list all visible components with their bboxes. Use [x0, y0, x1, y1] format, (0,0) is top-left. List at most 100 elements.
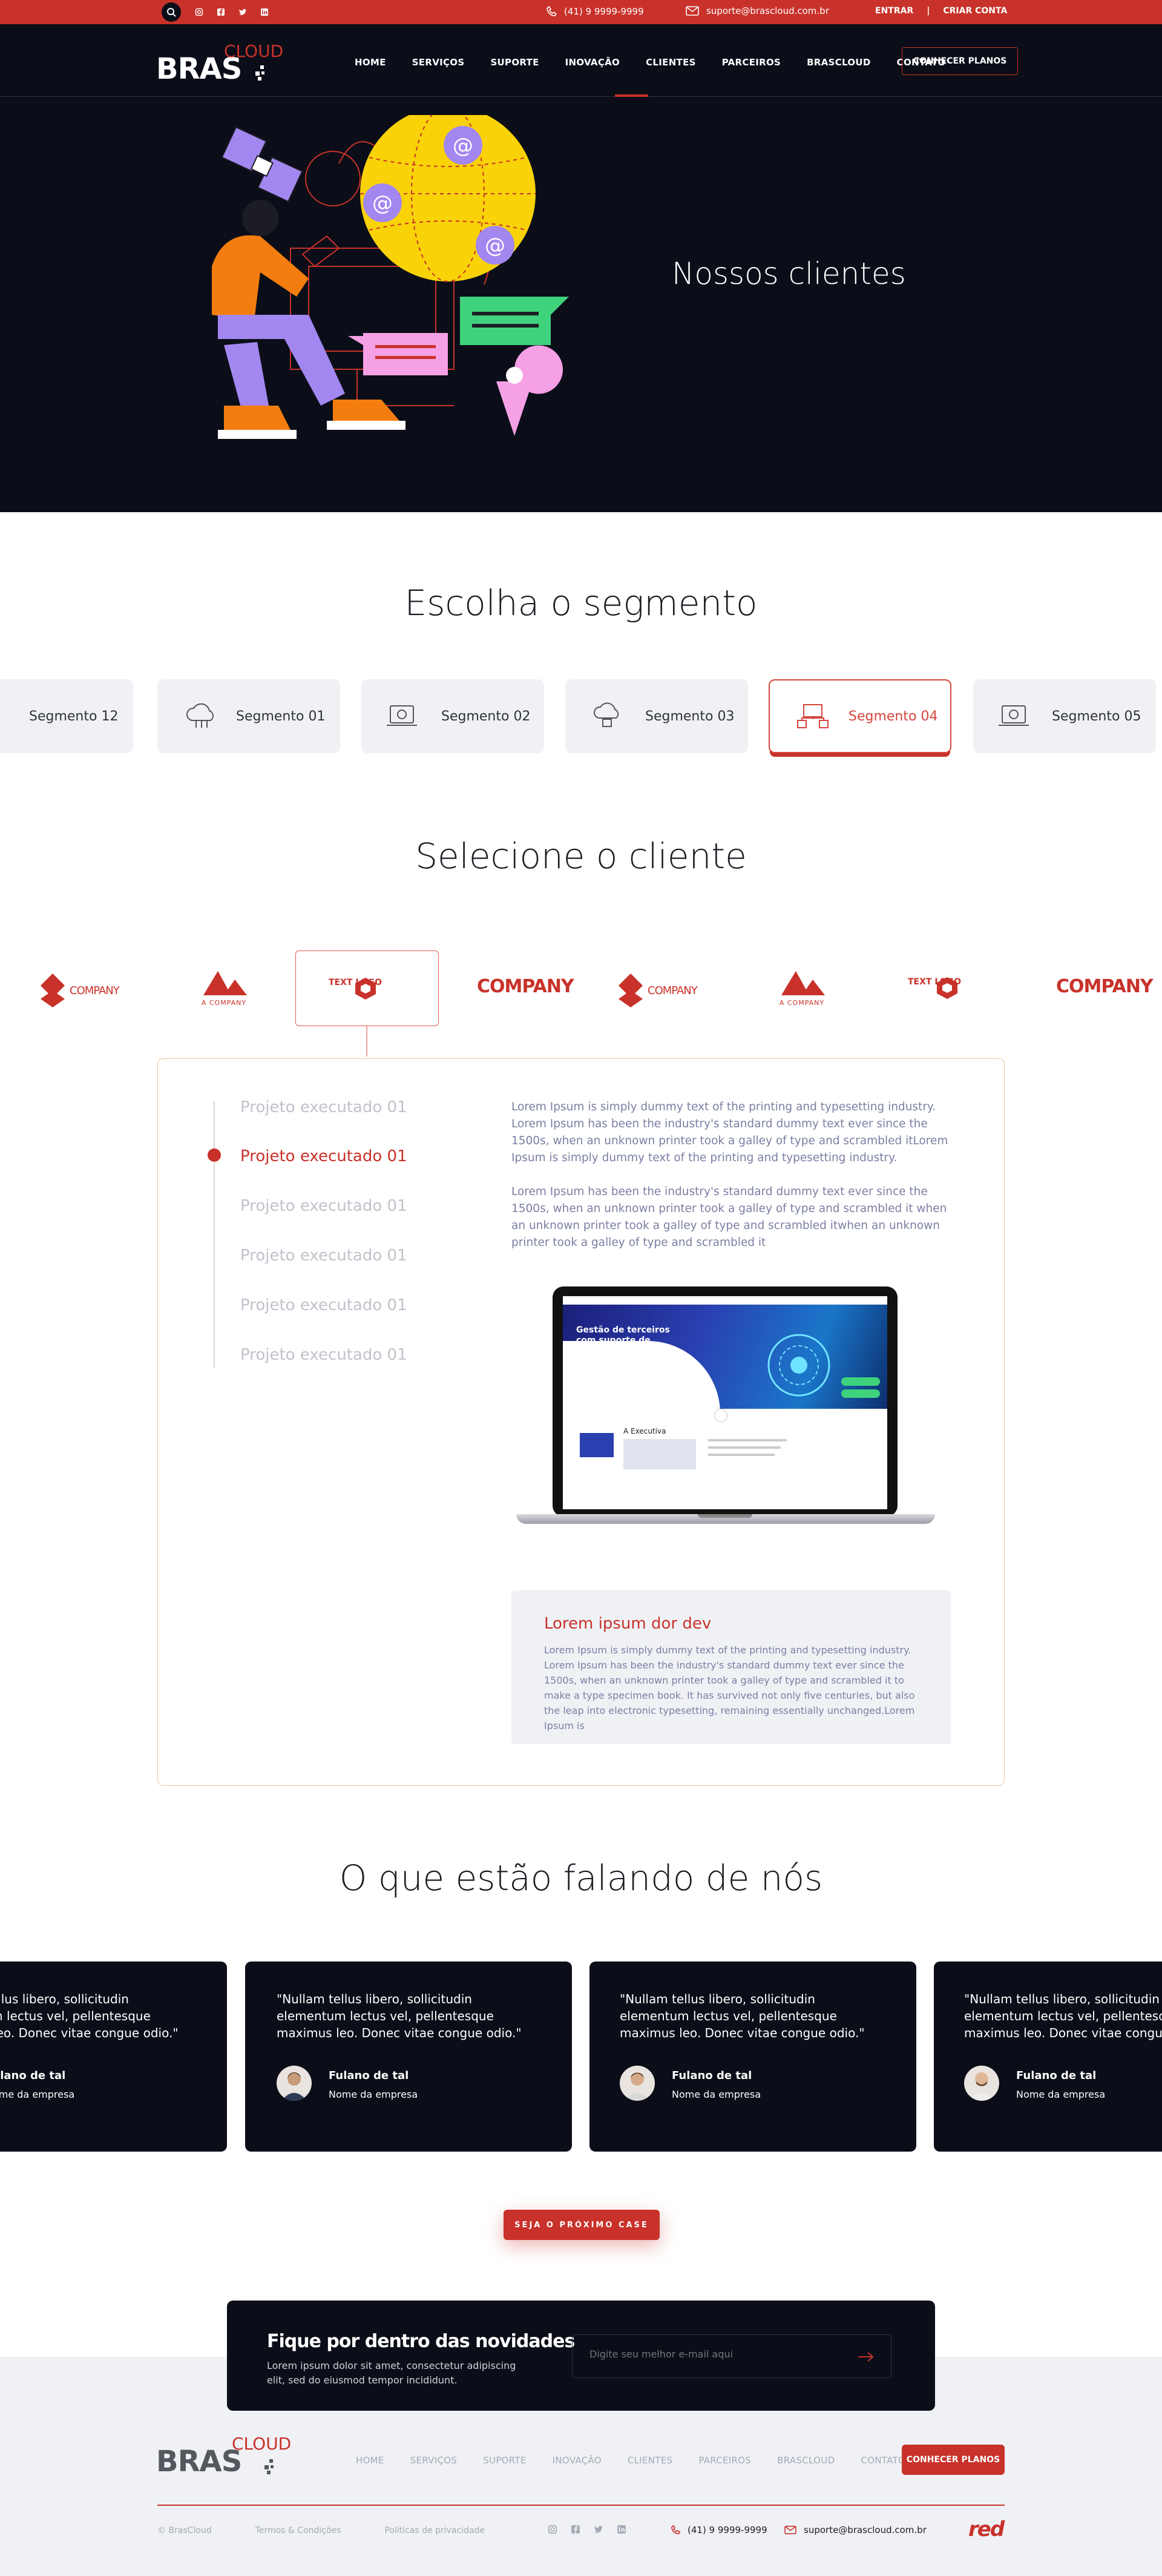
svg-text:@: @ — [453, 134, 473, 158]
client-connector — [366, 1026, 367, 1056]
next-case-button[interactable]: SEJA O PRÓXIMO CASE — [504, 2210, 660, 2240]
instagram-icon[interactable] — [548, 2525, 557, 2534]
login-link[interactable]: ENTRAR — [875, 6, 913, 16]
footer-nav-suporte[interactable]: SUPORTE — [483, 2455, 526, 2466]
project-timeline-line — [214, 1101, 215, 1368]
email-address: suporte@brascloud.com.br — [706, 5, 829, 16]
segment-card[interactable]: Segmento 03 — [565, 679, 748, 753]
search-button[interactable] — [162, 2, 181, 22]
footer-brand-logo[interactable]: BRAS CLOUD — [156, 2434, 292, 2479]
footer-cta-button[interactable]: CONHECER PLANOS — [902, 2445, 1005, 2475]
client-logo-active[interactable]: TEXT LOGO — [295, 950, 439, 1026]
linkedin-icon[interactable] — [258, 5, 271, 19]
footer-phone[interactable]: (41) 9 9999-9999 — [671, 2525, 767, 2535]
footer-nav-parceiros[interactable]: PARCEIROS — [698, 2455, 751, 2466]
project-description-1: Lorem Ipsum is simply dummy text of the … — [511, 1101, 948, 1164]
avatar — [277, 2066, 312, 2101]
client-logo[interactable]: COMPANY — [477, 976, 574, 997]
testimonial-quote: "Nullam tellus libero, sollicitudin elem… — [620, 1992, 865, 2040]
testimonial-company: Nome da empresa — [672, 2089, 761, 2100]
segment-card[interactable]: Segmento 01 — [157, 679, 340, 753]
footer-nav-home[interactable]: HOME — [356, 2455, 384, 2466]
segment-card-active[interactable]: Segmento 04 — [769, 679, 951, 753]
avatar — [964, 2066, 999, 2101]
network-diagram-icon — [797, 704, 829, 728]
footer-nav-inovacao[interactable]: INOVAÇÃO — [553, 2455, 602, 2466]
brand-suffix: CLOUD — [232, 2434, 292, 2454]
nav-inovacao[interactable]: INOVAÇÃO — [565, 57, 620, 68]
phone-icon — [547, 5, 557, 16]
client-logo-text: A COMPANY — [201, 999, 247, 1007]
footer-nav-brascloud[interactable]: BRASCLOUD — [777, 2455, 835, 2466]
facebook-icon[interactable] — [214, 5, 228, 19]
nav-suporte[interactable]: SUPORTE — [490, 57, 539, 68]
mail-icon — [686, 6, 699, 16]
agency-logo[interactable]: red — [968, 2517, 1005, 2541]
segment-card[interactable]: Segmento 02 — [361, 679, 544, 753]
signup-link[interactable]: CRIAR CONTA — [943, 6, 1007, 16]
newsletter-email-input[interactable] — [589, 2348, 844, 2360]
testimonial-name: Fulano de tal — [0, 2069, 66, 2082]
testimonial-quote: "Nullam tellus libero, sollicitudin elem… — [277, 1992, 522, 2040]
nav-brascloud[interactable]: BRASCLOUD — [807, 57, 871, 68]
client-logo-text: COMPANY — [1056, 976, 1154, 997]
brand-name: BRAS — [156, 2445, 242, 2479]
hero: @ @ @ Nossos clientes — [0, 97, 1162, 512]
email-contact[interactable]: suporte@brascloud.com.br — [686, 5, 829, 16]
nav-home[interactable]: HOME — [355, 57, 386, 68]
client-logo[interactable]: COMPANY — [1056, 976, 1154, 997]
hero-illustration: @ @ @ — [212, 115, 569, 439]
laptop-headline: Gestão de terceiros com suporte de exelê… — [576, 1325, 670, 1356]
svg-text:@: @ — [372, 191, 393, 216]
mountain-logo-icon — [781, 971, 825, 995]
arrow-right-icon[interactable] — [857, 2351, 875, 2363]
footer-email-address: suporte@brascloud.com.br — [804, 2525, 927, 2535]
segment-label: Segmento 04 — [849, 708, 938, 724]
project-item[interactable]: Projeto executado 01 — [240, 1346, 407, 1364]
client-logo-text: A COMPANY — [779, 999, 825, 1007]
testimonial-quote: "Nullam tellus libero, sollicitudin elem… — [0, 1992, 179, 2040]
linkedin-icon[interactable] — [617, 2525, 626, 2534]
project-item[interactable]: Projeto executado 01 — [240, 1197, 407, 1215]
facebook-icon[interactable] — [571, 2525, 580, 2534]
footer-nav-contato[interactable]: CONTATO — [861, 2455, 905, 2466]
nav-parceiros[interactable]: PARCEIROS — [722, 57, 781, 68]
cloud-network-icon — [186, 703, 214, 728]
nav-clientes[interactable]: CLIENTES — [646, 57, 696, 68]
tech-circle-graphic — [767, 1334, 830, 1397]
footer-nav-clientes[interactable]: CLIENTES — [628, 2455, 673, 2466]
project-item[interactable]: Projeto executado 01 — [240, 1247, 407, 1265]
phone-contact[interactable]: (41) 9 9999-9999 — [546, 5, 644, 18]
footer-phone-number: (41) 9 9999-9999 — [688, 2525, 767, 2535]
client-logo[interactable]: COMPANY — [617, 972, 698, 1009]
header-cta-button[interactable]: CONHECER PLANOS — [902, 47, 1019, 75]
segment-label: Segmento 01 — [236, 708, 326, 724]
privacy-link[interactable]: Políticas de privacidade — [384, 2526, 485, 2535]
testimonial-card: "Nullam tellus libero, sollicitudin elem… — [934, 1962, 1162, 2152]
client-logo[interactable]: COMPANY — [39, 972, 120, 1009]
twitter-icon[interactable] — [594, 2525, 603, 2534]
segments-carousel: Segmento 12 Segmento 01 Segmento 02 Segm… — [0, 679, 1162, 764]
instagram-icon[interactable] — [192, 5, 206, 19]
segment-card[interactable]: Segmento 12 — [0, 679, 133, 753]
project-item[interactable]: Projeto executado 01 — [240, 1296, 407, 1314]
client-logo[interactable]: A COMPANY — [772, 969, 832, 1011]
client-logo-text: COMPANY — [70, 984, 120, 997]
client-logo[interactable]: A COMPANY — [194, 969, 254, 1011]
project-info-text: Lorem Ipsum is simply dummy text of the … — [544, 1644, 915, 1731]
footer-nav-servicos[interactable]: SERVIÇOS — [410, 2455, 458, 2466]
terms-link[interactable]: Termos & Condições — [255, 2526, 341, 2535]
search-icon — [167, 8, 176, 17]
twitter-icon[interactable] — [236, 5, 249, 19]
footer-email[interactable]: suporte@brascloud.com.br — [784, 2525, 927, 2535]
project-item-active[interactable]: Projeto executado 01 — [240, 1147, 407, 1165]
nav-servicos[interactable]: SERVIÇOS — [412, 57, 465, 68]
project-item[interactable]: Projeto executado 01 — [240, 1098, 407, 1116]
segment-card[interactable]: Segmento 05 — [973, 679, 1156, 753]
segments-title: Escolha o segmento — [404, 582, 758, 624]
segment-label: Segmento 02 — [441, 708, 531, 724]
newsletter-subtitle: Lorem ipsum dolor sit amet, consectetur … — [267, 2360, 516, 2386]
footer-divider — [157, 2505, 1005, 2506]
newsletter-email-field[interactable] — [572, 2334, 891, 2378]
brand-logo[interactable]: BRAS CLOUD — [156, 41, 289, 86]
